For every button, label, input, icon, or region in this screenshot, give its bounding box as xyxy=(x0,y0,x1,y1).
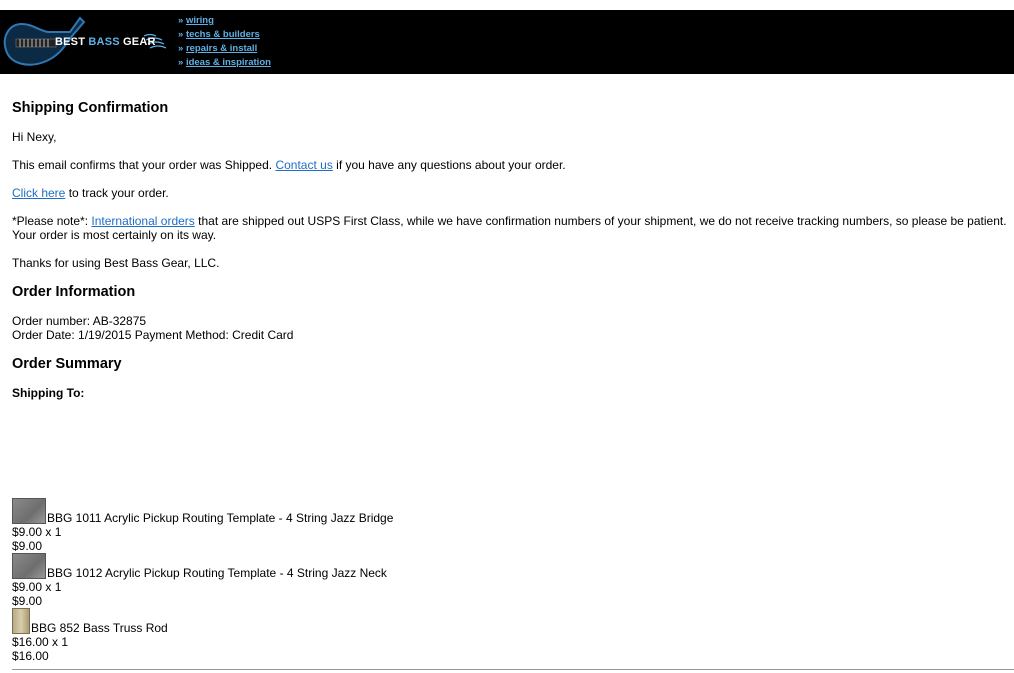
confirmation-text: This email confirms that your order was … xyxy=(12,158,566,172)
product-name: BBG 1012 Acrylic Pickup Routing Template… xyxy=(47,566,387,580)
international-orders-link[interactable]: International orders xyxy=(91,214,194,228)
top-margin xyxy=(0,0,1014,10)
divider xyxy=(12,669,1014,670)
product-thumbnail[interactable] xyxy=(12,608,30,634)
thanks-text: Thanks for using Best Bass Gear, LLC. xyxy=(12,256,220,270)
nav-link-wiring[interactable]: wiring xyxy=(186,15,214,26)
product-name: BBG 852 Bass Truss Rod xyxy=(31,621,168,635)
nav-link-ideas-inspiration[interactable]: ideas & inspiration xyxy=(186,57,271,68)
contact-us-link[interactable]: Contact us xyxy=(275,158,332,172)
site-header: BEST BASS GEAR » wiring » techs & builde… xyxy=(0,10,1014,74)
product-total: $9.00 xyxy=(12,539,43,553)
product-thumbnail[interactable] xyxy=(12,553,46,579)
order-number: Order number: AB-32875 xyxy=(12,314,147,328)
nav-item-techs-builders: » techs & builders xyxy=(178,29,260,40)
tracking-text: Click here to track your order. xyxy=(12,186,169,200)
site-logo[interactable]: BEST BASS GEAR xyxy=(0,10,175,74)
nav-item-ideas-inspiration: » ideas & inspiration xyxy=(178,57,271,68)
nav-item-wiring: » wiring xyxy=(178,15,214,26)
product-total: $16.00 xyxy=(12,649,49,663)
product-total: $9.00 xyxy=(12,594,43,608)
order-information-heading: Order Information xyxy=(12,284,136,300)
nav-item-repairs-install: » repairs & install xyxy=(178,43,258,54)
nav-link-techs-builders[interactable]: techs & builders xyxy=(186,29,260,40)
product-price-qty: $16.00 x 1 xyxy=(12,635,69,649)
order-summary-heading: Order Summary xyxy=(12,356,122,372)
shipping-to-label: Shipping To: xyxy=(12,386,85,400)
page-title: Shipping Confirmation xyxy=(12,100,169,116)
product-thumbnail[interactable] xyxy=(12,498,46,524)
order-date: Order Date: 1/19/2015 Payment Method: Cr… xyxy=(12,328,294,342)
nav-link-repairs-install[interactable]: repairs & install xyxy=(186,43,257,54)
product-price-qty: $9.00 x 1 xyxy=(12,525,62,539)
product-name: BBG 1011 Acrylic Pickup Routing Template… xyxy=(47,511,394,525)
product-price-qty: $9.00 x 1 xyxy=(12,580,62,594)
click-here-link[interactable]: Click here xyxy=(12,186,65,200)
greeting: Hi Nexy, xyxy=(12,130,57,144)
logo-wordmark: BEST BASS GEAR xyxy=(55,36,156,48)
shipping-note: *Please note*: International orders that… xyxy=(12,214,1007,242)
header-nav: » wiring » techs & builders » repairs & … xyxy=(178,14,271,70)
